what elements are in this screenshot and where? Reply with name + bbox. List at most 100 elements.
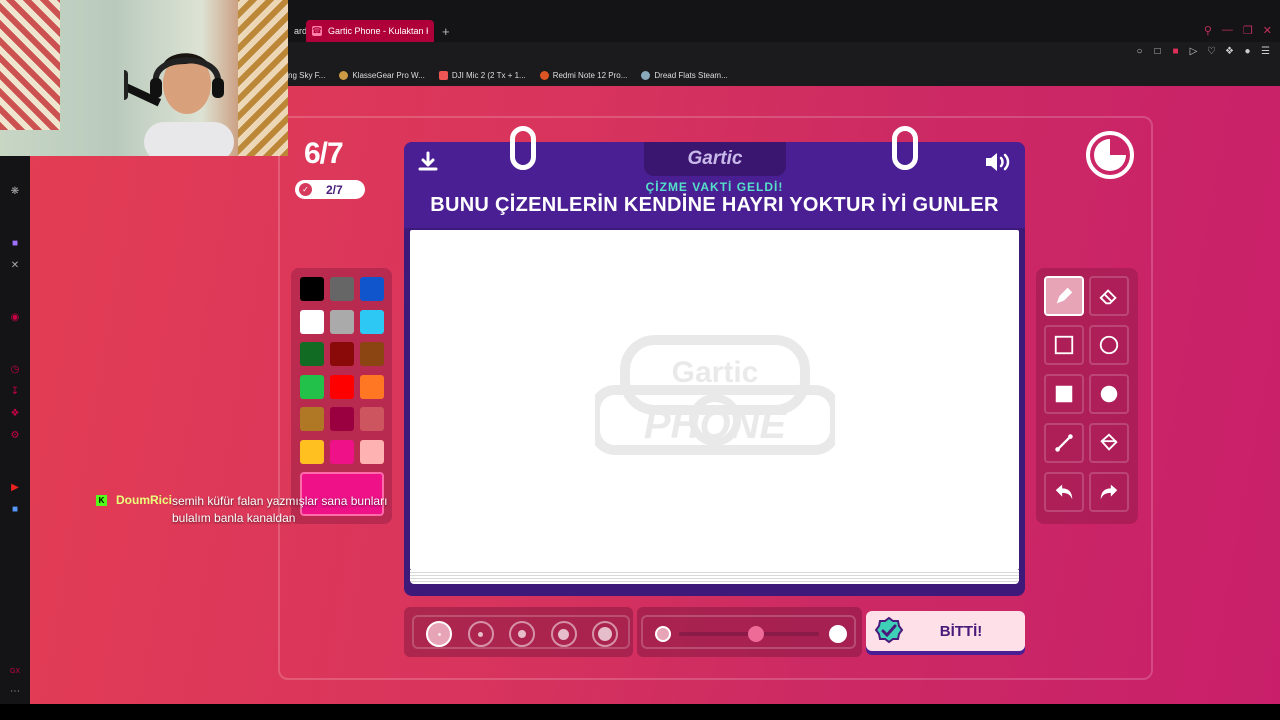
bucket-icon	[1100, 433, 1118, 451]
brush-size-selector	[412, 615, 630, 649]
window-controls: ⚲ — ❐ ✕	[1204, 24, 1272, 37]
new-tab-button[interactable]: +	[436, 20, 456, 42]
color-swatch[interactable]	[300, 342, 324, 366]
tab-gartic-phone[interactable]: ☎ Gartic Phone - Kulaktan K	[306, 20, 434, 42]
webcam-overlay	[0, 0, 288, 156]
x-icon[interactable]: ✕	[9, 260, 21, 272]
undo-button[interactable]	[1044, 472, 1084, 512]
profile-icon[interactable]: ●	[1243, 46, 1252, 57]
bookmark-5[interactable]: Dread Flats Steam...	[641, 70, 728, 80]
eraser-tool-button[interactable]	[1089, 276, 1129, 316]
shield-icon[interactable]: ■	[1171, 46, 1180, 57]
opacity-min-icon	[655, 626, 671, 642]
timer-icon	[1086, 131, 1134, 179]
app-icon[interactable]: ■	[9, 504, 21, 516]
bookmark-label: KlasseGear Pro W...	[352, 70, 425, 80]
bookmark-label: ng Sky F...	[288, 70, 326, 80]
extension-icon[interactable]: ❖	[9, 408, 21, 420]
extensions-icon[interactable]: ❖	[1225, 46, 1234, 57]
board-header: Gartic ÇİZME VAKTİ GELDİ! BUNU ÇİZENLERİ…	[404, 126, 1025, 228]
gx-icon[interactable]: GX	[9, 666, 21, 678]
color-swatch[interactable]	[360, 407, 384, 431]
circle-filled-tool-button[interactable]	[1089, 374, 1129, 414]
color-swatch[interactable]	[330, 342, 354, 366]
bookmark-1[interactable]: ng Sky F...	[288, 71, 325, 80]
opacity-slider-handle[interactable]	[748, 626, 764, 642]
color-swatch[interactable]	[300, 309, 324, 334]
curtain-left	[0, 0, 60, 130]
svg-text:Gartic: Gartic	[672, 356, 759, 389]
brush-size-dot	[437, 632, 441, 636]
binder-ring-icon	[892, 126, 918, 170]
bookmark-icon	[339, 70, 349, 80]
brush-size-option[interactable]	[550, 621, 577, 647]
speaker-icon[interactable]	[983, 150, 1013, 174]
color-swatch[interactable]	[300, 277, 324, 301]
redo-button[interactable]	[1089, 472, 1129, 512]
fill-tool-button[interactable]	[1089, 423, 1129, 463]
gartic-phone-watermark: Gartic PHONE	[595, 335, 835, 455]
twitch-icon[interactable]: ■	[9, 238, 21, 250]
chatgpt-icon[interactable]: ❋	[9, 186, 21, 198]
opacity-slider[interactable]	[641, 615, 856, 649]
settings-icon[interactable]: ⚙	[9, 430, 21, 442]
drawing-canvas[interactable]: Gartic PHONE	[410, 230, 1019, 570]
pin-icon[interactable]: ○	[1135, 46, 1144, 57]
drawing-board: Gartic ÇİZME VAKTİ GELDİ! BUNU ÇİZENLERİ…	[404, 126, 1025, 596]
eraser-icon	[1099, 289, 1117, 305]
heart-icon[interactable]: ♡	[1207, 46, 1216, 57]
bookmark-icon	[539, 70, 549, 80]
bookmark-2[interactable]: KlasseGear Pro W...	[339, 70, 425, 80]
color-swatch[interactable]	[360, 439, 384, 464]
color-swatch[interactable]	[330, 439, 354, 464]
play-icon[interactable]: ▷	[1189, 46, 1198, 57]
pencil-tool-button[interactable]	[1044, 276, 1084, 316]
color-swatch[interactable]	[330, 309, 354, 334]
circle-outline-tool-button[interactable]	[1089, 325, 1129, 365]
line-icon	[1055, 434, 1073, 452]
brush-size-option[interactable]	[592, 621, 618, 647]
search-icon[interactable]: ⚲	[1204, 24, 1212, 37]
bookmark-3[interactable]: DJI Mic 2 (2 Tx + 1...	[438, 70, 526, 80]
color-swatch[interactable]	[360, 309, 384, 334]
steam-icon	[641, 70, 651, 80]
rectangle-filled-tool-button[interactable]	[1044, 374, 1084, 414]
brush-size-option[interactable]	[426, 621, 452, 647]
color-swatch[interactable]	[360, 342, 384, 366]
more-icon[interactable]: ⋯	[9, 686, 21, 698]
record-icon[interactable]: ◉	[9, 312, 21, 324]
new-tab-icon: +	[442, 23, 450, 39]
download-icon[interactable]: ↧	[9, 386, 21, 398]
color-swatch[interactable]	[330, 277, 354, 301]
brush-size-option[interactable]	[467, 621, 494, 647]
chat-username: DoumRici	[116, 493, 173, 507]
color-palette	[291, 268, 392, 524]
color-swatch[interactable]	[330, 407, 354, 431]
color-swatch[interactable]	[300, 407, 324, 431]
screenshot-icon[interactable]: □	[1153, 46, 1162, 57]
done-button[interactable]: BİTTİ!	[866, 611, 1025, 651]
color-swatch[interactable]	[360, 374, 384, 399]
minimize-icon[interactable]: —	[1222, 24, 1233, 37]
redo-icon	[1100, 484, 1118, 500]
color-swatch[interactable]	[330, 374, 354, 399]
close-icon[interactable]: ✕	[1263, 24, 1272, 37]
kick-icon: K	[96, 495, 107, 506]
color-swatch[interactable]	[360, 277, 384, 301]
bookmark-4[interactable]: Redmi Note 12 Pro...	[539, 70, 627, 80]
restore-icon[interactable]: ❐	[1243, 24, 1253, 37]
color-swatch[interactable]	[300, 374, 324, 399]
download-icon[interactable]	[416, 150, 440, 174]
youtube-icon[interactable]: ▶	[9, 482, 21, 494]
tool-panel	[1036, 268, 1138, 524]
circle-outline-icon	[1099, 335, 1119, 355]
history-icon[interactable]: ◷	[9, 364, 21, 376]
screen: ard ☎ Gartic Phone - Kulaktan K + ⚲ — ❐ …	[0, 0, 1280, 720]
color-swatch[interactable]	[300, 439, 324, 464]
menu-icon[interactable]: ☰	[1261, 46, 1270, 57]
tab-previous[interactable]: ard	[288, 20, 308, 42]
line-tool-button[interactable]	[1044, 423, 1084, 463]
rectangle-outline-tool-button[interactable]	[1044, 325, 1084, 365]
brush-size-option[interactable]	[509, 621, 535, 647]
rectangle-filled-icon	[1055, 385, 1073, 403]
